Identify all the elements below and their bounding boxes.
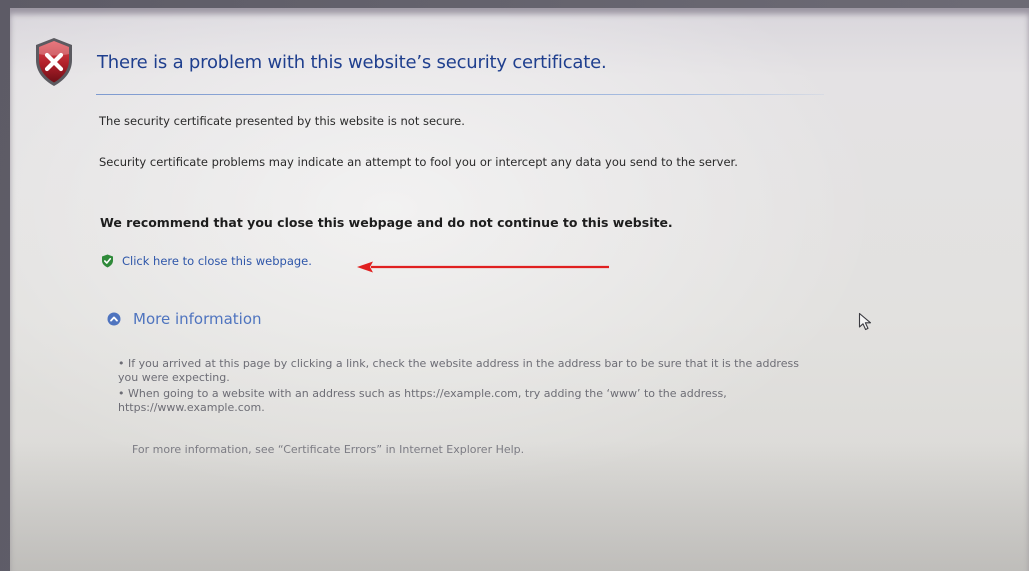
screen-shadow [10, 441, 1029, 571]
recommendation-text: We recommend that you close this webpage… [100, 215, 673, 230]
certificate-errors-help-text: For more information, see “Certificate E… [132, 443, 525, 456]
chevron-up-circle-icon [107, 312, 121, 326]
certificate-problem-text: Security certificate problems may indica… [99, 155, 738, 169]
close-webpage-link[interactable]: Click here to close this webpage. [101, 252, 312, 270]
annotation-arrow [357, 261, 609, 273]
green-shield-check-icon [102, 254, 113, 268]
more-info-bullet-www: • When going to a website with an addres… [118, 387, 727, 414]
more-information-toggle[interactable]: More information [107, 310, 262, 328]
title-divider [96, 94, 824, 95]
mouse-cursor-icon [858, 312, 872, 331]
certificate-not-secure-text: The security certificate presented by th… [99, 114, 465, 128]
more-information-label[interactable]: More information [133, 310, 262, 328]
page-title: There is a problem with this website’s s… [97, 52, 607, 73]
error-shield-icon [36, 38, 72, 86]
browser-content: There is a problem with this website’s s… [10, 8, 1029, 571]
more-info-bullet-link-check: • If you arrived at this page by clickin… [118, 357, 799, 384]
photo-frame: There is a problem with this website’s s… [0, 0, 1029, 571]
close-webpage-link-label[interactable]: Click here to close this webpage. [122, 252, 312, 270]
